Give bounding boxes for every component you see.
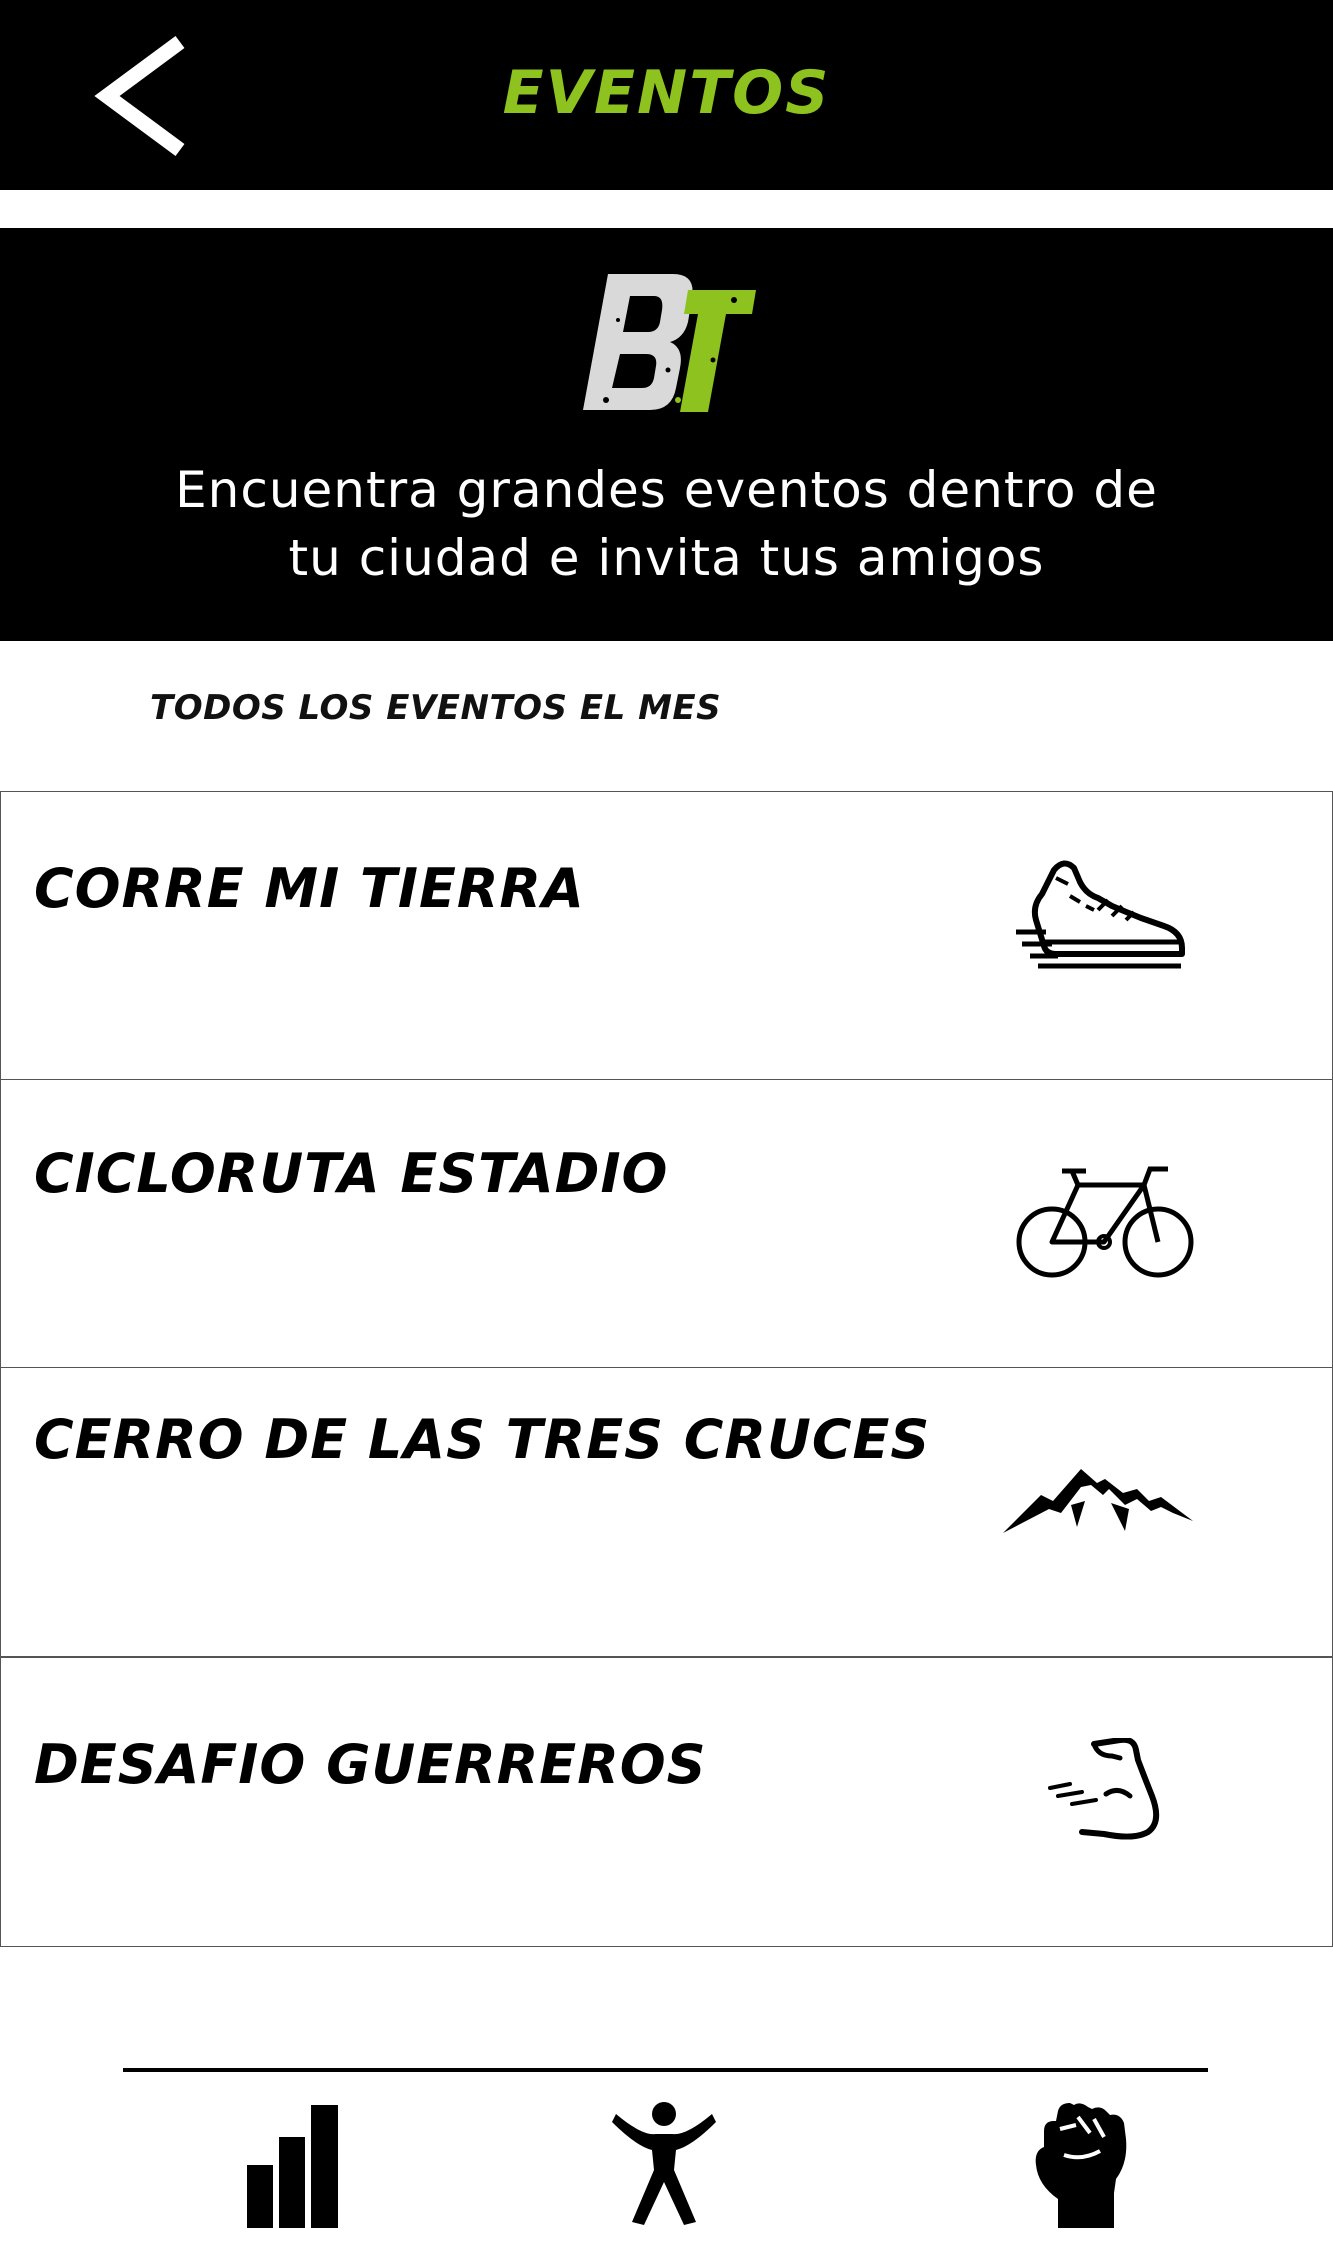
- event-name: DESAFIO GUERREROS: [34, 1733, 707, 1796]
- event-card-cerro-de-las-tres-cruces[interactable]: CERRO DE LAS TRES CRUCES: [0, 1367, 1333, 1657]
- top-bar: EVENTOS: [0, 0, 1333, 190]
- event-name: CICLORUTA ESTADIO: [34, 1142, 669, 1205]
- tagline-line-2: tu ciudad e invita tus amigos: [288, 529, 1045, 587]
- nav-challenges-button[interactable]: [1030, 2103, 1130, 2232]
- event-card-corre-mi-tierra[interactable]: CORRE MI TIERRA: [0, 791, 1333, 1081]
- mountain-icon: [1003, 1469, 1193, 1533]
- bar-chart-icon: [247, 2105, 338, 2228]
- flexed-arm-icon: [1048, 1738, 1160, 1840]
- event-name: CORRE MI TIERRA: [34, 857, 585, 920]
- bottom-nav-divider: [123, 2068, 1208, 2072]
- bicycle-icon: [1016, 1166, 1194, 1278]
- nav-stats-button[interactable]: [245, 2103, 340, 2232]
- raised-fist-icon: [1035, 2103, 1127, 2228]
- section-title: TODOS LOS EVENTOS EL MES: [150, 688, 722, 728]
- event-name: CERRO DE LAS TRES CRUCES: [34, 1408, 931, 1471]
- person-stretch-icon: [612, 2102, 716, 2225]
- hero-banner: Encuentra grandes eventos dentro de tu c…: [0, 228, 1333, 641]
- tagline-line-1: Encuentra grandes eventos dentro de: [175, 461, 1158, 519]
- event-card-cicloruta-estadio[interactable]: CICLORUTA ESTADIO: [0, 1079, 1333, 1369]
- bt-logo: [583, 274, 756, 412]
- page-title: EVENTOS: [502, 58, 831, 128]
- banner-tagline: Encuentra grandes eventos dentro de tu c…: [0, 456, 1333, 592]
- running-shoe-icon: [1016, 860, 1185, 969]
- nav-exercise-button[interactable]: [612, 2100, 717, 2229]
- event-card-desafio-guerreros[interactable]: DESAFIO GUERREROS: [0, 1657, 1333, 1947]
